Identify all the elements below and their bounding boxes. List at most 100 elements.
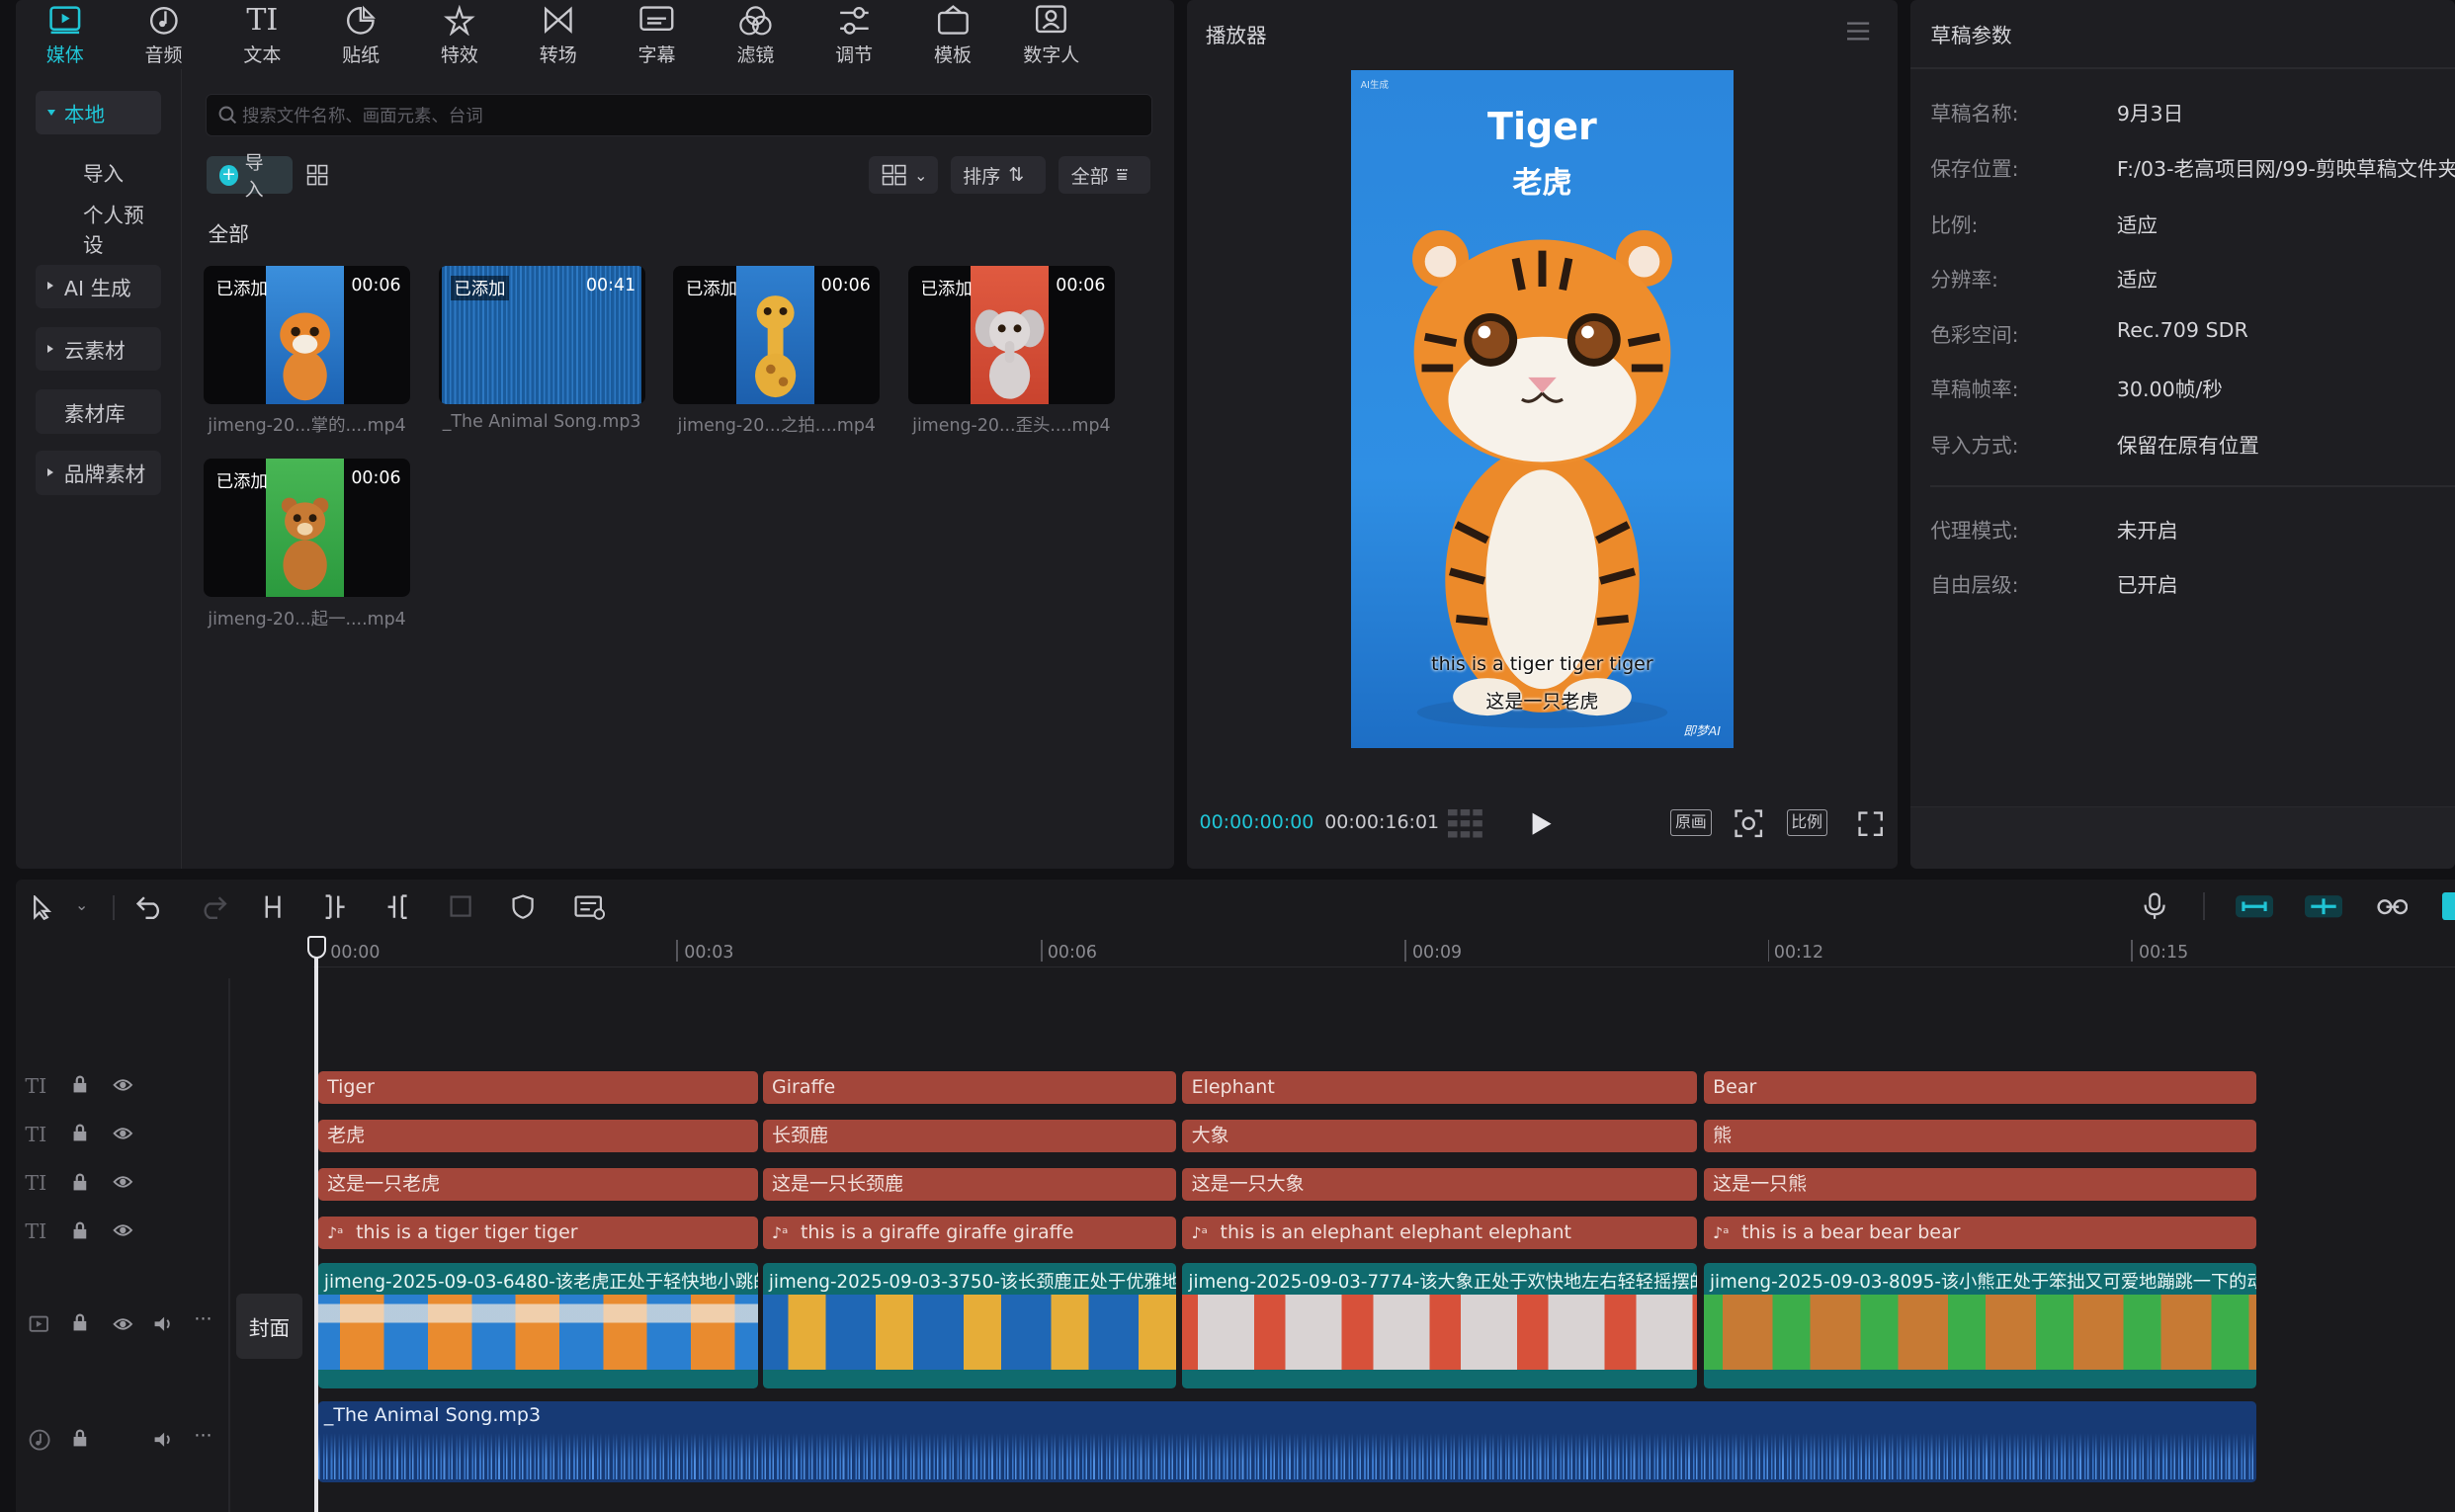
cover-button[interactable]: 封面 — [236, 1293, 302, 1360]
tab-template[interactable]: 模板 — [903, 0, 1002, 69]
sidebar-item-import[interactable]: 导入 — [36, 150, 161, 194]
video-clip-bear[interactable]: jimeng-2025-09-03-8095-该小熊正处于笨拙又可爱地蹦跳一下的… — [1703, 1263, 2256, 1389]
video-clip-tiger[interactable]: jimeng-2025-09-03-6480-该老虎正处于轻快地小跳的动 — [317, 1263, 758, 1389]
sidebar-item-brand[interactable]: 品牌素材 — [36, 451, 162, 495]
lock-icon[interactable] — [72, 1429, 88, 1448]
focus-icon[interactable] — [1735, 809, 1763, 838]
media-item-tiger[interactable]: 已添加 00:06 — [203, 266, 411, 404]
tab-digital-human[interactable]: 数字人 — [1002, 0, 1101, 69]
eye-icon[interactable] — [113, 1174, 133, 1190]
shield-icon[interactable] — [512, 893, 534, 919]
media-item-name: jimeng-20...掌的....mp4 — [208, 415, 406, 436]
time-ruler[interactable] — [312, 933, 2455, 968]
undo-icon[interactable] — [135, 894, 165, 919]
view-mode-button[interactable]: ⌄ — [869, 156, 938, 195]
tab-audio[interactable]: 音频 — [115, 0, 213, 69]
watermark: 即梦AI — [1683, 722, 1721, 738]
media-item-elephant[interactable]: 已添加 00:06 — [907, 266, 1115, 404]
caption-clip[interactable]: ♪ᵃ this is a giraffe giraffe giraffe — [762, 1216, 1176, 1250]
media-item-giraffe[interactable]: 已添加 00:06 — [673, 266, 881, 404]
delete-icon[interactable] — [450, 895, 471, 917]
text-clip[interactable]: 大象 — [1182, 1119, 1698, 1152]
text-clip[interactable]: 这是一只熊 — [1703, 1167, 2256, 1202]
playhead-handle[interactable] — [306, 936, 326, 959]
tab-text[interactable]: TI 文本 — [212, 0, 311, 69]
audio-clip[interactable]: _The Animal Song.mp3 — [317, 1400, 2256, 1483]
more-icon[interactable]: ··· — [194, 1308, 212, 1330]
sidebar-item-local[interactable]: 本地 — [36, 90, 162, 135]
lock-icon[interactable] — [72, 1075, 88, 1094]
video-clip-elephant[interactable]: jimeng-2025-09-03-7774-该大象正处于欢快地左右轻轻摇摆的动 — [1182, 1263, 1698, 1389]
sort-button[interactable]: 排序 ⇅ — [950, 156, 1047, 195]
fullscreen-icon[interactable] — [1858, 811, 1884, 836]
split-icon[interactable] — [262, 894, 284, 919]
text-clip[interactable]: 熊 — [1703, 1119, 2256, 1152]
tab-effects[interactable]: 特效 — [410, 0, 509, 69]
text-clip[interactable]: 这是一只老虎 — [317, 1167, 758, 1202]
link-icon[interactable] — [2377, 894, 2409, 919]
lock-icon[interactable] — [72, 1221, 88, 1240]
text-clip[interactable]: 这是一只长颈鹿 — [762, 1167, 1176, 1202]
eye-icon[interactable] — [113, 1077, 133, 1093]
tab-transition[interactable]: 转场 — [509, 0, 608, 69]
select-tool-icon[interactable] — [32, 895, 53, 921]
tab-adjust-label: 调节 — [835, 44, 874, 67]
eye-icon[interactable] — [113, 1316, 133, 1332]
split-left-icon[interactable] — [324, 893, 346, 919]
tab-template-label: 模板 — [933, 44, 972, 67]
eye-icon[interactable] — [113, 1222, 133, 1238]
lock-icon[interactable] — [72, 1124, 88, 1142]
import-button[interactable]: + 导入 — [207, 152, 294, 201]
original-quality-button[interactable]: 原画 — [1670, 809, 1712, 836]
text-clip[interactable]: Bear — [1703, 1070, 2256, 1104]
lock-icon[interactable] — [72, 1173, 88, 1192]
ratio-button[interactable]: 比例 — [1786, 809, 1827, 836]
tab-adjust[interactable]: 调节 — [804, 0, 903, 69]
caption-clip[interactable]: ♪ᵃ this is an elephant elephant elephant — [1182, 1216, 1698, 1250]
tab-media[interactable]: 媒体 — [16, 0, 115, 69]
tab-sticker[interactable]: 贴纸 — [311, 0, 410, 69]
sidebar-item-ai[interactable]: AI 生成 — [36, 264, 162, 309]
text-clip[interactable]: 长颈鹿 — [762, 1119, 1176, 1152]
text-clip[interactable]: 这是一只大象 — [1182, 1167, 1698, 1202]
sidebar-item-presets[interactable]: 个人预设 — [36, 204, 161, 257]
play-button[interactable] — [1531, 811, 1553, 836]
magnet-icon[interactable] — [2236, 892, 2274, 921]
tab-subtitle[interactable]: 字幕 — [608, 0, 707, 69]
total-time: 00:00:16:01 — [1324, 810, 1440, 833]
chevron-down-icon[interactable]: ⌄ — [75, 895, 88, 914]
auto-snap-icon[interactable] — [2304, 892, 2342, 921]
media-item-song[interactable]: 已添加 00:41 — [438, 266, 645, 404]
text-track-header: TI — [25, 1074, 212, 1099]
microphone-icon[interactable] — [2144, 892, 2165, 921]
search-input[interactable]: 搜索文件名称、画面元素、台词 — [205, 94, 1152, 136]
grid-select-button[interactable] — [298, 156, 339, 195]
text-clip[interactable]: Tiger — [317, 1070, 758, 1104]
text-clip[interactable]: Elephant — [1182, 1070, 1698, 1104]
sidebar-item-cloud[interactable]: 云素材 — [36, 327, 162, 372]
eye-icon[interactable] — [113, 1126, 133, 1141]
media-item-bear[interactable]: 已添加 00:06 — [203, 459, 411, 597]
text-clip[interactable]: 老虎 — [317, 1119, 758, 1152]
filter-button[interactable]: 全部 ⩸ — [1058, 156, 1151, 195]
caption-clip[interactable]: ♪ᵃ this is a tiger tiger tiger — [317, 1216, 758, 1250]
speaker-icon[interactable] — [153, 1431, 174, 1448]
menu-icon[interactable] — [1847, 22, 1870, 41]
video-preview[interactable]: AI生成 Tiger 老虎 this is a tiger tiger tige… — [1351, 70, 1734, 749]
more-icon[interactable]: ··· — [194, 1425, 212, 1447]
text-clip[interactable]: Giraffe — [762, 1070, 1176, 1104]
sidebar-item-library[interactable]: 素材库 — [36, 389, 162, 434]
timeline-grid-icon[interactable] — [1448, 809, 1485, 838]
caption-icon[interactable] — [574, 895, 606, 920]
tab-digital-human-label: 数字人 — [1023, 44, 1080, 67]
tab-filter[interactable]: 滤镜 — [706, 0, 804, 69]
caption-clip[interactable]: ♪ᵃ this is a bear bear bear — [1703, 1216, 2256, 1250]
video-clip-giraffe[interactable]: jimeng-2025-09-03-3750-该长颈鹿正处于优雅地原 — [762, 1263, 1176, 1389]
preview-axis-icon[interactable] — [2442, 891, 2455, 921]
split-right-icon[interactable] — [386, 893, 408, 919]
lock-icon[interactable] — [72, 1313, 88, 1332]
speaker-icon[interactable] — [153, 1315, 174, 1332]
redo-icon[interactable] — [199, 894, 227, 919]
playhead[interactable] — [314, 936, 318, 1512]
video-clip-title: jimeng-2025-09-03-6480-该老虎正处于轻快地小跳的动 — [323, 1272, 758, 1294]
